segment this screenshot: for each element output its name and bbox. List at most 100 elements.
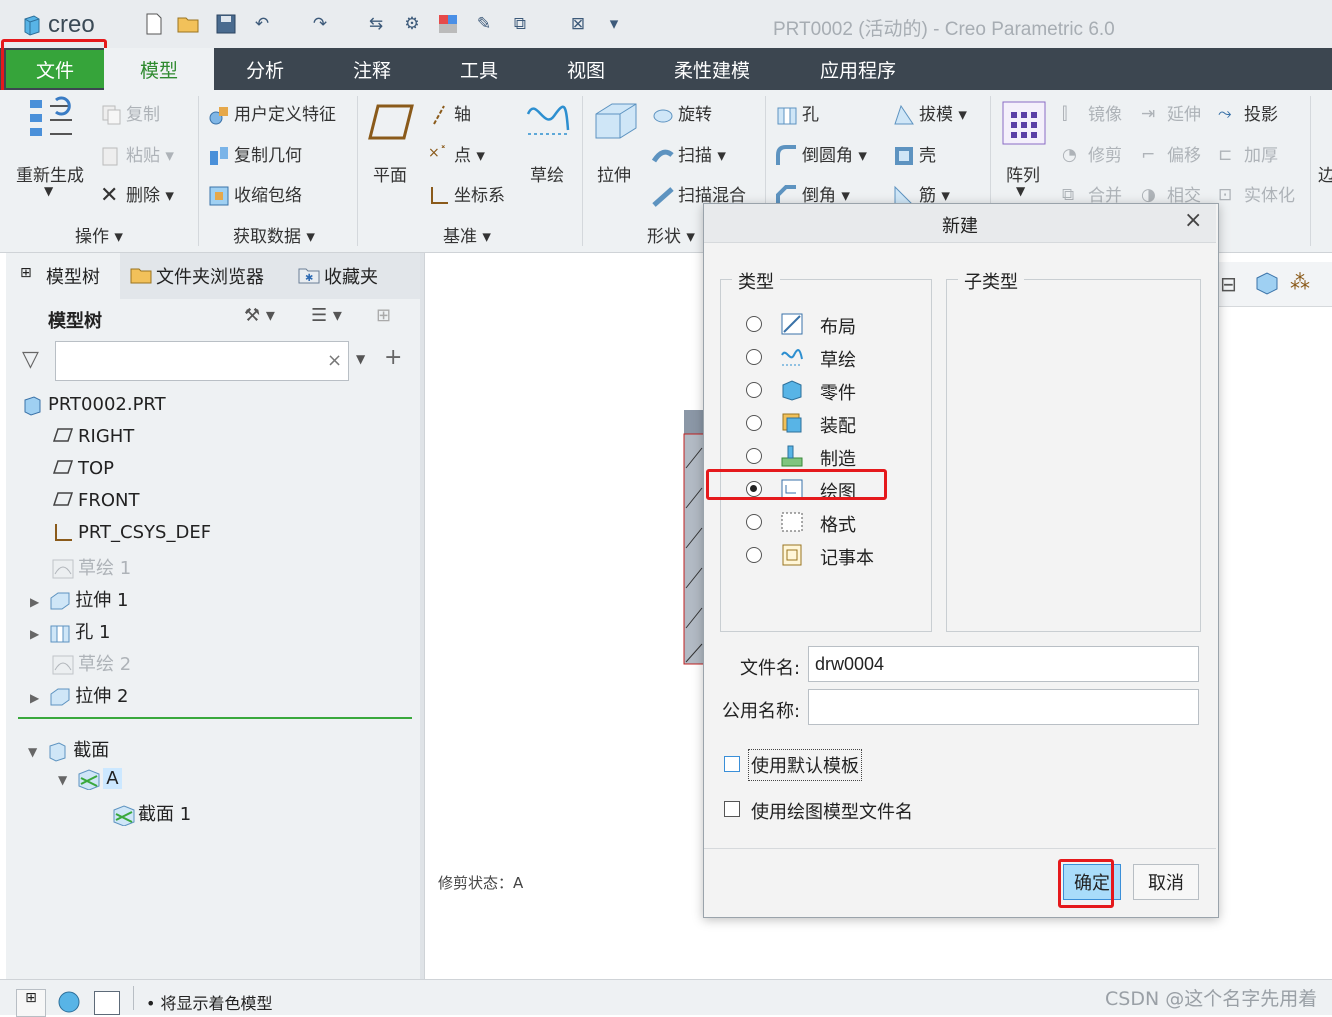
copy-button[interactable]: 复制 [100,100,160,126]
regenerate-dropdown-icon[interactable]: ▼ [44,184,53,198]
datum-display-icon[interactable]: ⁂ [1290,270,1310,294]
undo-icon[interactable]: ↶ [250,12,274,36]
tab-favorites[interactable]: ✱ 收藏夹 [298,253,378,299]
tree-item-extrude1[interactable]: ▶ 拉伸 1 [30,586,128,612]
udf-button[interactable]: 用户定义特征 [208,100,336,126]
tree-item-sketch2[interactable]: 草绘 2 [52,650,131,676]
point-button[interactable]: ×˟ 点 ▾ [428,141,485,167]
menu-view[interactable]: 视图 [567,48,605,90]
menu-model[interactable]: 模型 [104,48,214,90]
regenerate-button[interactable]: 重新生成 [16,161,84,186]
sketch-button[interactable]: 草绘 [530,161,564,186]
saved-orientations-icon[interactable]: ⊟ [1220,272,1237,296]
use-default-template-checkbox[interactable] [724,756,740,772]
common-name-input[interactable] [808,689,1199,725]
extend-button[interactable]: ⇥ 延伸 [1141,100,1201,126]
browser-globe-icon[interactable] [56,991,82,1017]
offset-button[interactable]: ⌐ 偏移 [1141,141,1201,167]
collapse-arrow-icon[interactable]: ▼ [28,745,37,759]
redo-icon[interactable]: ↷ [308,12,332,36]
search-options-dropdown-icon[interactable]: ▼ [356,352,365,366]
tree-item-hole1[interactable]: ▶ 孔 1 [30,618,110,644]
plane-button[interactable]: 平面 [373,161,407,186]
tree-item-sections[interactable]: ▼ 截面 [28,736,109,762]
type-sketch-radio[interactable] [746,349,762,365]
toggle-navigator-icon[interactable]: ⊞ [16,989,46,1017]
project-button[interactable]: ⤳ 投影 [1218,100,1278,126]
fullscreen-icon[interactable] [94,991,120,1015]
tree-item-right[interactable]: RIGHT [52,426,134,448]
csys-button[interactable]: 坐标系 [428,181,505,207]
group-getdata[interactable]: 获取数据 ▾ [233,222,315,247]
type-manufacturing-radio[interactable] [746,448,762,464]
filter-icon[interactable]: ▽ [22,347,39,372]
menu-flexible-modeling[interactable]: 柔性建模 [674,48,750,90]
tree-item-part[interactable]: PRT0002.PRT [22,394,166,416]
expand-arrow-icon[interactable]: ▶ [30,691,39,705]
dialog-close-icon[interactable]: × [1184,208,1202,233]
shell-button[interactable]: 壳 [893,141,936,167]
extrude-button[interactable]: 拉伸 [597,161,631,186]
edge-button[interactable]: 边 [1318,161,1332,186]
type-assembly-radio[interactable] [746,415,762,431]
type-layout-radio[interactable] [746,316,762,332]
hole-button[interactable]: 孔 [776,100,819,126]
tree-item-section-a[interactable]: ▼ A [58,768,122,791]
trim-button[interactable]: ◔ 修剪 [1062,141,1122,167]
cancel-button[interactable]: 取消 [1133,864,1199,900]
add-filter-icon[interactable]: + [384,345,402,370]
clear-search-icon[interactable]: × [327,350,342,371]
draft-button[interactable]: 拔模 ▾ [893,100,967,126]
expand-arrow-icon[interactable]: ▶ [30,595,39,609]
regenerate-small-icon[interactable]: ⇆ [364,12,388,36]
render-icon[interactable]: ✎ [472,12,496,36]
group-datum[interactable]: 基准 ▾ [443,222,491,247]
tree-item-top[interactable]: TOP [52,458,114,480]
sweep-button[interactable]: 扫描 ▾ [651,141,726,167]
model-section-view[interactable] [682,408,704,666]
type-notebook-radio[interactable] [746,547,762,563]
tab-folder-browser[interactable]: 文件夹浏览器 [130,253,264,299]
type-part-radio[interactable] [746,382,762,398]
window-switch-icon[interactable]: ⧉ [508,12,532,36]
tree-item-front[interactable]: FRONT [52,490,140,512]
tree-search-input[interactable] [55,341,349,381]
axis-button[interactable]: 轴 [428,100,471,126]
regen-manager-icon[interactable]: ⚙ [400,12,424,36]
revolve-button[interactable]: 旋转 [652,100,712,126]
customize-qa-icon[interactable]: ▾ [602,12,626,36]
collapse-arrow-icon[interactable]: ▼ [58,773,67,787]
round-button[interactable]: 倒圆角 ▾ [776,141,867,167]
tree-item-section1[interactable]: 截面 1 [112,800,191,827]
pattern-dropdown-icon[interactable]: ▼ [1016,184,1025,198]
menu-tools[interactable]: 工具 [460,48,498,90]
tree-columns-icon[interactable]: ☰ ▾ [311,305,342,326]
insert-here-line[interactable] [18,717,412,719]
pattern-button[interactable]: 阵列 [1006,161,1040,186]
windows-icon[interactable] [436,12,460,36]
copy-geometry-button[interactable]: 复制几何 [208,141,302,167]
group-operations[interactable]: 操作 ▾ [75,222,123,247]
type-format-radio[interactable] [746,514,762,530]
menu-annotate[interactable]: 注释 [353,48,391,90]
thicken-button[interactable]: ⊏ 加厚 [1218,141,1278,167]
delete-button[interactable]: ✕ 删除 ▾ [100,181,174,207]
menu-applications[interactable]: 应用程序 [820,48,896,90]
group-shapes[interactable]: 形状 ▾ [647,222,695,247]
tab-model-tree[interactable]: ⊞ 模型树 [6,253,120,299]
expand-arrow-icon[interactable]: ▶ [30,627,39,641]
filename-input[interactable] [808,646,1199,682]
mirror-button[interactable]: ⫿ 镜像 [1062,100,1122,126]
solidify-button[interactable]: ⊡ 实体化 [1218,181,1295,207]
tree-item-sketch1[interactable]: 草绘 1 [52,554,131,580]
use-drawing-model-name-checkbox[interactable] [724,801,740,817]
open-folder-icon[interactable] [177,12,201,36]
display-style-icon[interactable] [1254,270,1280,300]
menu-analysis[interactable]: 分析 [246,48,284,90]
tree-item-csys[interactable]: PRT_CSYS_DEF [52,522,211,544]
use-default-template-label[interactable]: 使用默认模板 [748,749,862,781]
save-icon[interactable] [214,12,238,36]
shrinkwrap-button[interactable]: 收缩包络 [208,181,302,207]
tree-settings-icon[interactable]: ⚒ ▾ [244,305,275,326]
tree-item-extrude2[interactable]: ▶ 拉伸 2 [30,682,128,708]
